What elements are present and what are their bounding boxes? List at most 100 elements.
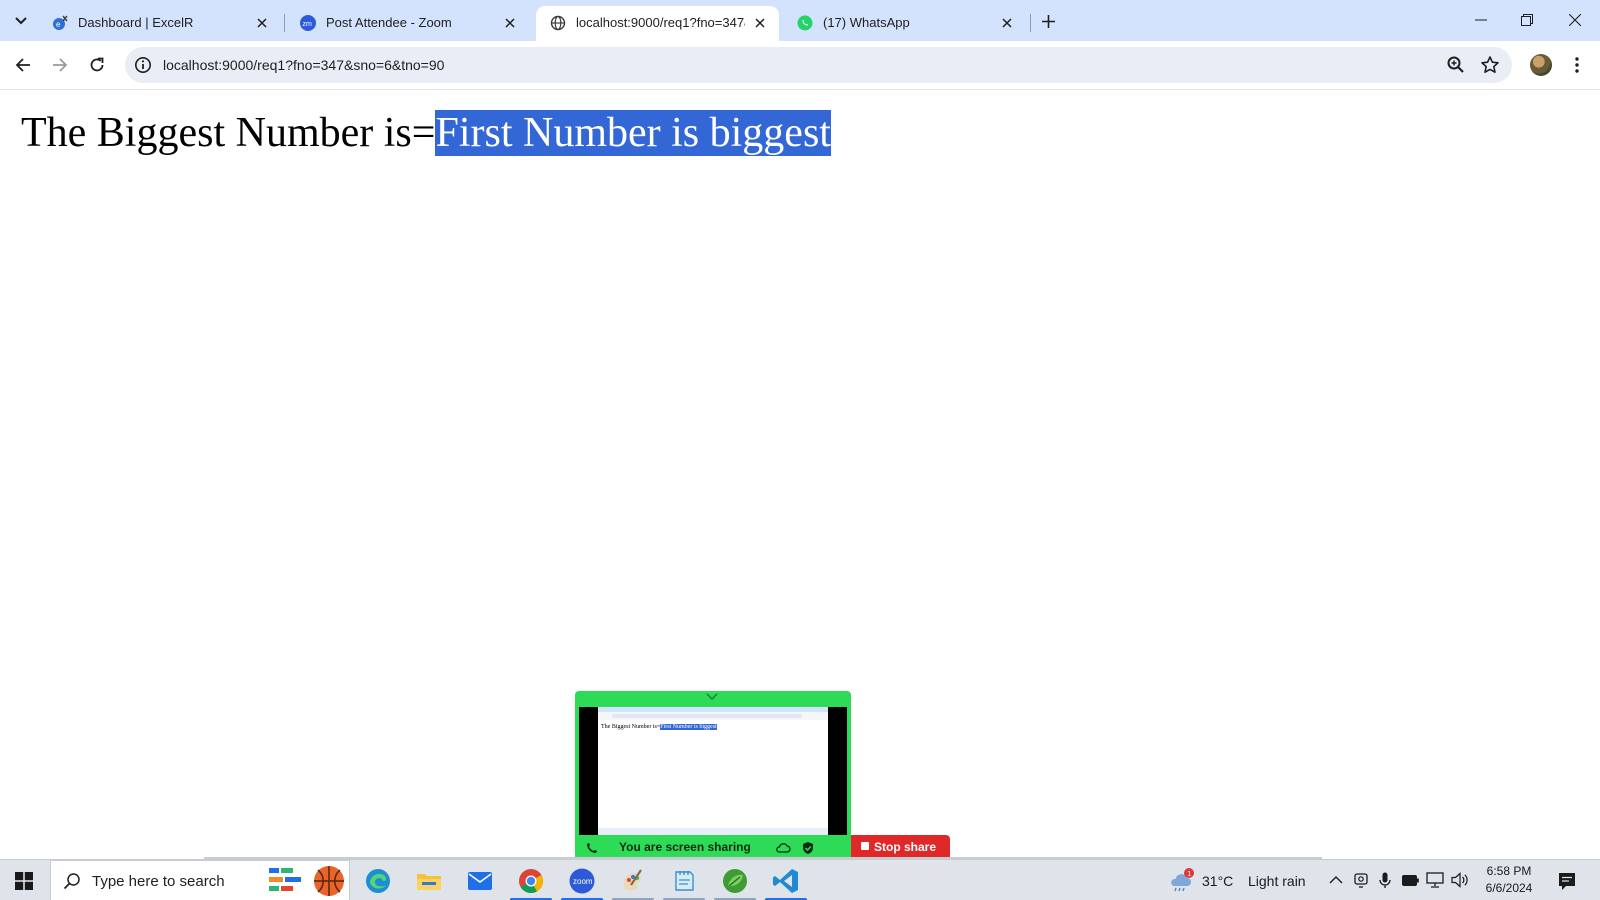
zoom-share-preview[interactable]: The Biggest Number is=First Number is bi… (575, 691, 851, 859)
tab-separator (284, 14, 285, 32)
stop-share-button[interactable]: Stop share (851, 835, 950, 859)
taskbar-paint[interactable] (609, 860, 657, 900)
browser-toolbar: localhost:9000/req1?fno=347&sno=6&tno=90 (0, 41, 1600, 90)
close-icon (755, 18, 765, 28)
more-vertical-icon (1575, 57, 1579, 73)
search-highlight-basketball-icon[interactable] (269, 864, 347, 898)
taskbar-vscode[interactable] (762, 860, 810, 900)
edge-icon (366, 868, 390, 893)
tray-overflow-button[interactable] (1327, 871, 1345, 889)
start-button[interactable] (0, 860, 48, 900)
svg-text:zoom: zoom (573, 877, 593, 886)
svg-text:e: e (56, 20, 61, 29)
tray-volume[interactable] (1451, 871, 1469, 889)
arrow-left-icon (15, 58, 30, 72)
svg-text:zm: zm (303, 21, 313, 28)
chevron-up-icon (1329, 876, 1343, 884)
windows-taskbar: Type here to search zoom 1 31°C Light ra… (0, 859, 1600, 900)
minimize-button[interactable] (1458, 0, 1504, 40)
info-icon[interactable] (134, 56, 152, 74)
zoom-magnifier-icon[interactable] (1446, 55, 1466, 75)
taskbar-app-green[interactable] (711, 860, 759, 900)
screen-sharing-status: You are screen sharing (619, 840, 751, 854)
tray-camera[interactable] (1352, 871, 1370, 889)
restore-icon (1521, 14, 1533, 26)
tab-separator (1030, 14, 1031, 32)
tab-zoom[interactable]: zm Post Attendee - Zoom (286, 6, 529, 41)
forward-button[interactable] (44, 49, 76, 81)
taskbar-edge[interactable] (354, 860, 402, 900)
tab-whatsapp[interactable]: (17) WhatsApp (783, 6, 1026, 41)
mini-address-bar (598, 712, 828, 720)
browser-menu-button[interactable] (1567, 51, 1587, 79)
paint-palette-icon (623, 868, 642, 891)
tray-network[interactable] (1426, 871, 1444, 889)
arrow-right-icon (53, 58, 68, 72)
plus-icon (1041, 14, 1055, 28)
bookmark-star-icon[interactable] (1480, 55, 1500, 75)
notification-center-icon[interactable] (1556, 870, 1578, 892)
reload-icon (90, 57, 104, 72)
close-window-button[interactable] (1552, 0, 1598, 40)
folder-icon (417, 873, 441, 890)
share-status-bar: You are screen sharing (575, 836, 851, 859)
tab-search-button[interactable] (8, 8, 34, 34)
result-text: The Biggest Number is=First Number is bi… (21, 109, 831, 157)
tray-microphone[interactable] (1376, 871, 1394, 889)
volume-icon (1451, 872, 1468, 888)
phone-icon[interactable] (585, 841, 599, 855)
weather-alert-count: 1 (1187, 871, 1191, 878)
close-tab-button[interactable] (501, 14, 519, 32)
taskbar-chrome[interactable] (507, 860, 555, 900)
windows-logo-icon (15, 871, 33, 890)
taskbar-zoom[interactable]: zoom (558, 860, 606, 900)
weather-condition: Light rain (1248, 873, 1306, 889)
screen: e Dashboard | ExcelR zm Post Attendee - … (0, 0, 1600, 900)
notepad-icon (675, 870, 694, 891)
chevron-down-icon (15, 17, 27, 25)
tab-title: (17) WhatsApp (823, 15, 910, 30)
tab-excelr[interactable]: e Dashboard | ExcelR (38, 6, 281, 41)
weather-widget[interactable]: 1 31°C Light rain (1168, 866, 1318, 896)
search-placeholder: Type here to search (92, 873, 225, 890)
stop-share-label: Stop share (874, 840, 937, 854)
close-icon (1002, 18, 1012, 28)
reload-button[interactable] (81, 49, 113, 81)
shield-icon[interactable] (801, 841, 815, 855)
mini-result-prefix: The Biggest Number is= (601, 724, 661, 730)
back-button[interactable] (7, 49, 39, 81)
tab-localhost[interactable]: localhost:9000/req1?fno=347&sno=6&tno=90 (536, 6, 779, 41)
zoom-favicon-icon: zm (300, 15, 316, 31)
tray-battery[interactable] (1401, 871, 1419, 889)
new-tab-button[interactable] (1035, 8, 1061, 34)
tab-title: localhost:9000/req1?fno=347&sno=6&tno=90 (576, 15, 745, 30)
result-value-selected: First Number is biggest (435, 110, 831, 156)
taskbar-search[interactable]: Type here to search (50, 860, 350, 900)
close-tab-button[interactable] (751, 14, 769, 32)
weather-temp: 31°C (1202, 873, 1234, 889)
restore-button[interactable] (1504, 0, 1550, 40)
chrome-icon (519, 868, 544, 893)
leaf-app-icon (723, 868, 747, 893)
chevron-down-icon[interactable] (705, 692, 719, 702)
url-text[interactable]: localhost:9000/req1?fno=347&sno=6&tno=90 (163, 57, 444, 73)
profile-avatar[interactable] (1530, 54, 1552, 76)
taskbar-clock[interactable]: 6:58 PM 6/6/2024 (1474, 863, 1544, 899)
close-icon (1569, 14, 1581, 26)
excelr-favicon-icon: e (53, 15, 68, 30)
clock-date: 6/6/2024 (1485, 881, 1533, 895)
vscode-icon (773, 868, 798, 893)
taskbar-file-explorer[interactable] (405, 860, 453, 900)
cloud-icon[interactable] (775, 841, 791, 855)
microphone-icon (1379, 872, 1391, 888)
taskbar-mail[interactable] (456, 860, 504, 900)
close-tab-button[interactable] (998, 14, 1016, 32)
taskbar-notepad[interactable] (660, 860, 708, 900)
share-thumbnail: The Biggest Number is=First Number is bi… (579, 707, 847, 835)
rain-cloud-icon: 1 (1171, 868, 1194, 892)
mini-result-text: The Biggest Number is=First Number is bi… (601, 724, 717, 730)
address-bar[interactable]: localhost:9000/req1?fno=347&sno=6&tno=90 (125, 47, 1512, 83)
browser-tab-strip: e Dashboard | ExcelR zm Post Attendee - … (0, 0, 1600, 41)
close-tab-button[interactable] (253, 14, 271, 32)
stop-icon (861, 842, 869, 850)
